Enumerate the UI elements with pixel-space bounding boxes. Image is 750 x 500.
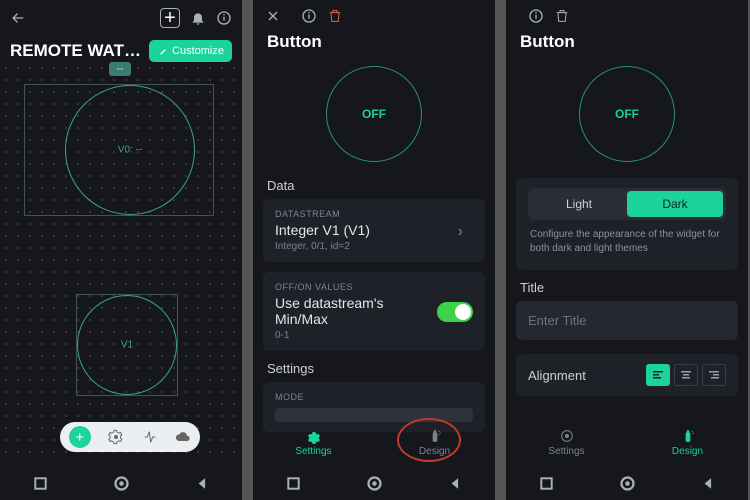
gear-icon bbox=[306, 428, 322, 444]
tab-design[interactable]: Design bbox=[627, 418, 748, 466]
tab-settings[interactable]: Settings bbox=[506, 418, 627, 466]
theme-description: Configure the appearance of the widget f… bbox=[528, 220, 726, 264]
bottom-tabs: Settings Design bbox=[506, 418, 748, 466]
customize-button[interactable]: Customize bbox=[149, 40, 232, 62]
datastream-card[interactable]: DATASTREAM Integer V1 (V1) Integer, 0/1,… bbox=[263, 199, 485, 262]
annotation-circle bbox=[397, 418, 461, 462]
offon-card: OFF/ON VALUES Use datastream's Min/Max 0… bbox=[263, 272, 485, 351]
screen-button-settings: Button OFF Data DATASTREAM Integer V1 (V… bbox=[253, 0, 495, 500]
header: + bbox=[0, 0, 242, 36]
nav-recent-icon[interactable] bbox=[34, 477, 47, 490]
gear-icon[interactable] bbox=[108, 429, 124, 445]
page-title: Button bbox=[506, 32, 748, 60]
nav-recent-icon[interactable] bbox=[540, 477, 553, 490]
title-input[interactable]: Enter Title bbox=[516, 301, 738, 340]
cloud-icon[interactable] bbox=[175, 429, 191, 445]
trash-icon[interactable] bbox=[327, 8, 343, 24]
alignment-label: Alignment bbox=[528, 368, 646, 383]
nav-home-icon[interactable] bbox=[620, 476, 635, 491]
back-arrow-icon[interactable] bbox=[10, 10, 26, 26]
add-widget-button[interactable]: + bbox=[69, 426, 91, 448]
bell-icon[interactable] bbox=[190, 10, 206, 26]
data-section-title: Data bbox=[253, 178, 495, 199]
widget-v1-label: V1 bbox=[121, 340, 133, 351]
gear-icon bbox=[559, 428, 575, 444]
widget-v0-label: V0: -- bbox=[118, 145, 142, 156]
android-nav bbox=[0, 466, 242, 500]
automation-icon[interactable] bbox=[142, 429, 158, 445]
offon-toggle[interactable] bbox=[437, 302, 473, 322]
align-center-icon bbox=[681, 371, 691, 379]
info-icon[interactable] bbox=[216, 10, 232, 26]
close-icon[interactable] bbox=[265, 8, 281, 24]
theme-dark[interactable]: Dark bbox=[627, 191, 723, 217]
widget-canvas[interactable]: -- V0: -- V1 bbox=[0, 62, 242, 460]
info-icon[interactable] bbox=[301, 8, 317, 24]
toolbox-dock: + bbox=[60, 422, 200, 452]
screen-button-design: Button OFF Light Dark Configure the appe… bbox=[506, 0, 748, 500]
button-preview[interactable]: OFF bbox=[579, 66, 675, 162]
screen-dashboard: + REMOTE WATERI... Customize -- V0: -- V… bbox=[0, 0, 242, 500]
align-center-button[interactable] bbox=[674, 364, 698, 386]
android-nav bbox=[506, 466, 748, 500]
nav-back-icon[interactable] bbox=[702, 477, 715, 490]
widget-frame-1[interactable]: V0: -- bbox=[24, 84, 214, 216]
alignment-card: Alignment bbox=[516, 354, 738, 396]
align-right-icon bbox=[709, 371, 719, 379]
nav-back-icon[interactable] bbox=[449, 477, 462, 490]
nav-back-icon[interactable] bbox=[196, 477, 209, 490]
widget-small[interactable]: -- bbox=[109, 62, 131, 76]
android-nav bbox=[253, 466, 495, 500]
chevron-right-icon: › bbox=[458, 223, 463, 241]
theme-light[interactable]: Light bbox=[531, 191, 627, 217]
align-left-button[interactable] bbox=[646, 364, 670, 386]
button-preview[interactable]: OFF bbox=[326, 66, 422, 162]
theme-card: Light Dark Configure the appearance of t… bbox=[516, 178, 738, 270]
page-title: Button bbox=[253, 32, 495, 60]
widget-frame-2[interactable]: V1 bbox=[76, 294, 178, 396]
info-icon[interactable] bbox=[528, 8, 544, 24]
spray-icon bbox=[681, 428, 695, 444]
project-title: REMOTE WATERI... bbox=[10, 41, 141, 61]
title-section-title: Title bbox=[506, 280, 748, 301]
align-right-button[interactable] bbox=[702, 364, 726, 386]
align-left-icon bbox=[653, 371, 663, 379]
theme-toggle: Light Dark bbox=[528, 188, 726, 220]
tab-settings[interactable]: Settings bbox=[253, 418, 374, 466]
trash-icon[interactable] bbox=[554, 8, 570, 24]
add-button[interactable]: + bbox=[160, 8, 180, 28]
nav-home-icon[interactable] bbox=[114, 476, 129, 491]
settings-section-title: Settings bbox=[253, 361, 495, 382]
nav-recent-icon[interactable] bbox=[287, 477, 300, 490]
wand-icon bbox=[157, 46, 168, 57]
nav-home-icon[interactable] bbox=[367, 476, 382, 491]
